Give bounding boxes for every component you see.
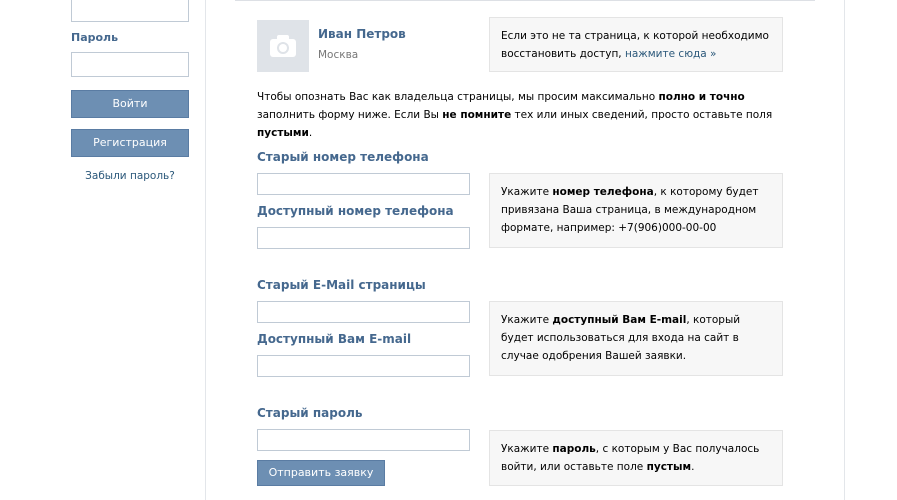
wrong-page-notice: Если это не та страница, к которой необх…: [489, 17, 783, 72]
register-button[interactable]: Регистрация: [71, 129, 189, 157]
profile-name[interactable]: Иван Петров: [318, 27, 406, 41]
old-email-input[interactable]: [257, 301, 470, 323]
intro-bold: полно и точно: [658, 91, 745, 103]
profile-city: Москва: [318, 49, 359, 61]
hint-text: .: [691, 461, 695, 473]
intro-part: тех или иных сведений, просто оставьте п…: [511, 109, 773, 121]
phone-hint: Укажите номер телефона, к которому будет…: [489, 173, 783, 248]
notice-link[interactable]: нажмите сюда »: [625, 48, 717, 60]
forgot-password-link[interactable]: Забыли пароль?: [71, 170, 189, 182]
camera-icon: [270, 35, 296, 57]
hint-text: Укажите: [501, 314, 553, 326]
login-field[interactable]: [71, 0, 189, 22]
intro-part: .: [308, 127, 313, 139]
old-phone-label: Старый номер телефона: [257, 150, 429, 164]
intro-part: заполнить форму ниже. Если Вы: [257, 109, 443, 121]
password-label: Пароль: [71, 31, 119, 44]
hint-bold: пустым: [646, 461, 692, 473]
old-phone-input[interactable]: [257, 173, 470, 195]
old-password-label: Старый пароль: [257, 406, 363, 420]
submit-request-button[interactable]: Отправить заявку: [257, 460, 385, 486]
avatar: [257, 20, 309, 72]
password-hint: Укажите пароль, с которым у Вас получало…: [489, 430, 783, 486]
email-hint: Укажите доступный Вам E-mail, который бу…: [489, 301, 783, 376]
main-content-frame: [205, 0, 845, 500]
new-phone-label: Доступный номер телефона: [257, 204, 454, 218]
intro-bold: не помните: [442, 109, 512, 121]
new-phone-input[interactable]: [257, 227, 470, 249]
top-divider: [235, 0, 815, 1]
hint-text: Укажите: [501, 186, 553, 198]
new-email-input[interactable]: [257, 355, 470, 377]
hint-bold: пароль: [552, 443, 596, 455]
login-button[interactable]: Войти: [71, 90, 189, 118]
old-password-input[interactable]: [257, 429, 470, 451]
intro-text: Чтобы опознать Вас как владельца страниц…: [257, 88, 777, 142]
new-email-label: Доступный Вам E-mail: [257, 332, 412, 346]
intro-part: Чтобы опознать Вас как владельца страниц…: [257, 91, 659, 103]
intro-bold: пустыми: [257, 127, 309, 139]
hint-text: Укажите: [501, 443, 553, 455]
password-field[interactable]: [71, 52, 189, 77]
hint-bold: доступный Вам E-mail: [552, 314, 687, 326]
hint-bold: номер телефона: [552, 186, 654, 198]
old-email-label: Старый E-Mail страницы: [257, 278, 426, 292]
